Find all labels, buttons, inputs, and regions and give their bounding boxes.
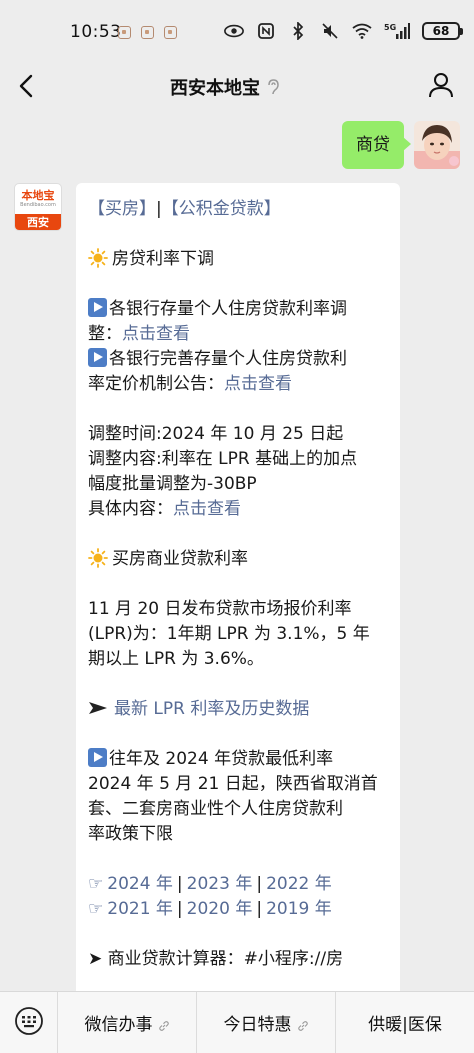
header-links: 【买房】|【公积金贷款】 — [88, 197, 388, 222]
back-arrow-icon[interactable] — [14, 72, 40, 100]
play-icon — [88, 298, 107, 317]
detail-view-link[interactable]: 点击查看 — [173, 499, 241, 519]
year-link[interactable]: 2021 年 — [107, 899, 173, 919]
nav-bar: 西安本地宝 — [0, 62, 474, 110]
notification-icons — [118, 26, 177, 39]
bottom-menu-bar: 微信办事 今日特惠 供暖|医保 — [0, 991, 474, 1053]
item2-line2: 率定价机制公告：点击查看 — [88, 372, 388, 397]
menu-wechat-services[interactable]: 微信办事 — [58, 991, 197, 1053]
lpr-line: 11 月 20 日发布贷款市场报价利率 — [88, 599, 352, 619]
year-link[interactable]: 2019 年 — [266, 899, 332, 919]
chat-title: 西安本地宝 — [170, 78, 260, 99]
nav-title-group: 西安本地宝 — [170, 74, 280, 100]
official-account-avatar[interactable]: 本地宝 Bendibao.com 西安 — [14, 183, 62, 231]
pointing-hand-icon: ☞ — [88, 874, 104, 894]
item2-view-link[interactable]: 点击查看 — [224, 374, 292, 394]
link-icon — [297, 1017, 309, 1031]
wifi-icon — [352, 21, 372, 41]
keyboard-toggle-button[interactable] — [0, 991, 58, 1053]
menu-label: 微信办事 — [84, 1015, 153, 1035]
adjust-content: 调整内容:利率在 LPR 基础上的加点 — [88, 449, 358, 469]
detail-line: 具体内容：点击查看 — [88, 497, 388, 522]
eye-icon — [224, 21, 244, 41]
status-indicators: 5G 68 — [224, 21, 463, 41]
svg-text:5G: 5G — [384, 23, 396, 32]
menu-daily-deals[interactable]: 今日特惠 — [197, 991, 336, 1053]
link-icon — [158, 1017, 170, 1031]
adjust-time: 调整时间:2024 年 10 月 25 日起 — [88, 424, 344, 444]
item2-text-cont: 率定价机制公告： — [88, 374, 224, 394]
play-icon — [88, 348, 107, 367]
mute-icon — [320, 21, 340, 41]
year-links-row: ☞ 2021 年 | 2020 年 | 2019 年 — [88, 899, 332, 919]
status-time: 10:53 — [70, 22, 122, 42]
buy-house-link[interactable]: 【买房】 — [88, 199, 156, 219]
outgoing-message-row: 商贷 — [342, 121, 460, 169]
calculator-line-cutoff: ➤ 商业贷款计算器：#小程序://房 — [88, 949, 344, 969]
bluetooth-icon — [288, 21, 308, 41]
outgoing-message-bubble[interactable]: 商贷 — [342, 121, 411, 169]
app-notification-icon — [164, 26, 177, 39]
sun-icon — [88, 248, 108, 268]
city-label: 西安 — [15, 214, 61, 230]
year-links-row: ☞ 2024 年 | 2023 年 | 2022 年 — [88, 874, 332, 894]
battery-icon: 68 — [422, 22, 463, 40]
adjust-content-cont: 幅度批量调整为-30BP — [88, 474, 257, 494]
year-link[interactable]: 2023 年 — [187, 874, 253, 894]
item1-text: 各银行存量个人住房贷款利率调 — [109, 299, 347, 319]
rate-down-heading: 房贷利率下调 — [88, 247, 388, 272]
item1-text-cont: 整： — [88, 324, 122, 344]
arrow-right-icon — [88, 698, 108, 714]
sun-icon — [88, 548, 108, 568]
min-rate-line: 2024 年 5 月 21 日起，陕西省取消首 — [88, 774, 378, 794]
lpr-line: (LPR)为：1年期 LPR 为 3.1%，5 年 — [88, 624, 370, 644]
detail-label: 具体内容： — [88, 499, 173, 519]
menu-heating-insurance[interactable]: 供暖|医保 — [336, 992, 474, 1053]
status-bar: 10:53 5G 68 — [0, 0, 474, 62]
user-avatar[interactable] — [414, 121, 460, 169]
brand-name: 本地宝 — [21, 189, 55, 202]
keyboard-icon — [14, 1006, 44, 1040]
lpr-line: 期以上 LPR 为 3.6%。 — [88, 649, 264, 669]
item2-line1: 各银行完善存量个人住房贷款利 — [88, 347, 388, 372]
menu-label: 供暖|医保 — [368, 1015, 442, 1035]
play-icon — [88, 748, 107, 767]
min-rate-heading: 往年及 2024 年贷款最低利率 — [88, 747, 388, 772]
nfc-icon — [256, 21, 276, 41]
signal-5g-icon: 5G — [384, 21, 410, 41]
item1-view-link[interactable]: 点击查看 — [122, 324, 190, 344]
min-rate-line: 率政策下限 — [88, 824, 173, 844]
person-icon[interactable] — [426, 70, 456, 100]
rate-down-title: 房贷利率下调 — [112, 249, 214, 269]
app-notification-icon — [141, 26, 154, 39]
pointing-hand-icon: ☞ — [88, 899, 104, 919]
year-link[interactable]: 2024 年 — [107, 874, 173, 894]
commercial-heading: 买房商业贷款利率 — [88, 547, 388, 572]
menu-label: 今日特惠 — [223, 1015, 292, 1035]
item1-line2: 整：点击查看 — [88, 322, 388, 347]
commercial-title: 买房商业贷款利率 — [112, 549, 248, 569]
item1-line1: 各银行存量个人住房贷款利率调 — [88, 297, 388, 322]
min-rate-line: 套、二套房商业性个人住房贷款利 — [88, 799, 343, 819]
year-link[interactable]: 2022 年 — [266, 874, 332, 894]
latest-lpr-line: 最新 LPR 利率及历史数据 — [88, 697, 388, 722]
brand-subtitle: Bendibao.com — [20, 202, 56, 208]
incoming-message-bubble: 【买房】|【公积金贷款】 房贷利率下调 各银行存量个人住房贷款利率调 整：点击查… — [76, 183, 400, 1003]
provident-fund-link[interactable]: 【公积金贷款】 — [162, 199, 281, 219]
brand-logo: 本地宝 Bendibao.com — [15, 184, 61, 214]
year-link[interactable]: 2020 年 — [187, 899, 253, 919]
min-rate-title: 往年及 2024 年贷款最低利率 — [109, 749, 334, 769]
app-notification-icon — [118, 26, 131, 39]
ear-icon — [266, 78, 280, 96]
item2-text: 各银行完善存量个人住房贷款利 — [109, 349, 347, 369]
latest-lpr-link[interactable]: 最新 LPR 利率及历史数据 — [114, 699, 309, 719]
